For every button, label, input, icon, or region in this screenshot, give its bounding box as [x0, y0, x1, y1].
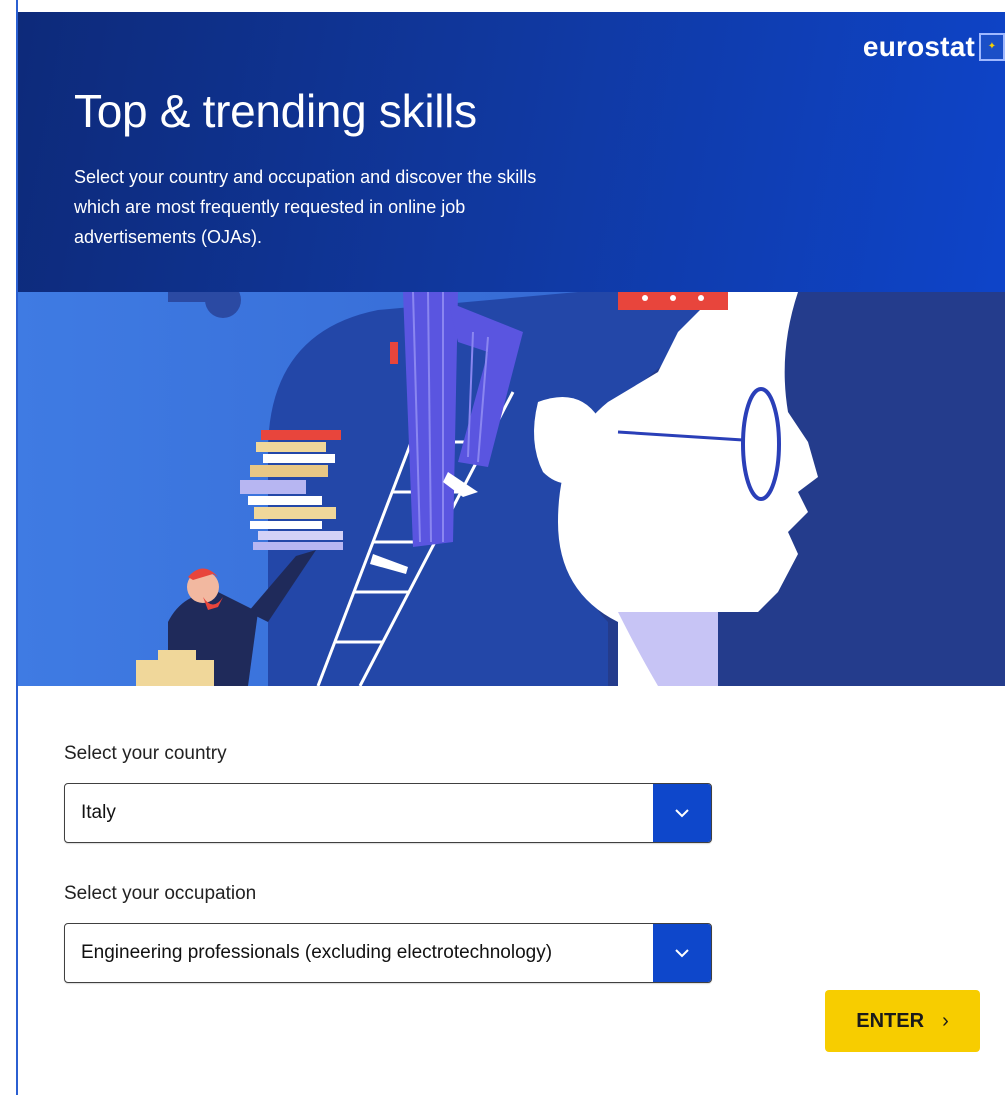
hero-illustration: [18, 292, 1005, 686]
chevron-right-icon: ›: [942, 1009, 949, 1032]
enter-button-label: ENTER: [856, 1009, 925, 1032]
header-banner: eurostat ✦ Top & trending skills Select …: [18, 12, 1005, 292]
intro-text: Select your country and occupation and d…: [74, 167, 537, 247]
occupation-select[interactable]: Engineering professionals (excluding ele…: [64, 923, 712, 983]
enter-button[interactable]: ENTER ›: [825, 990, 980, 1052]
hero-illustration-graphic: [18, 292, 1005, 686]
chevron-down-icon[interactable]: [653, 924, 711, 982]
eu-flag-icon: ✦: [979, 33, 1005, 61]
brand-name: eurostat: [862, 31, 975, 62]
page-title: Top & trending skills: [74, 85, 477, 137]
occupation-label: Select your occupation: [64, 883, 257, 904]
occupation-select-value: Engineering professionals (excluding ele…: [81, 942, 553, 963]
chevron-down-icon[interactable]: [653, 784, 711, 842]
country-select-value: Italy: [81, 802, 116, 823]
country-select[interactable]: Italy: [64, 783, 712, 843]
selection-form: Select your country Italy Select your oc…: [18, 686, 1005, 1095]
country-label: Select your country: [64, 743, 227, 764]
eurostat-logo[interactable]: eurostat ✦: [863, 30, 1005, 64]
page: eurostat ✦ Top & trending skills Select …: [0, 0, 1005, 1095]
